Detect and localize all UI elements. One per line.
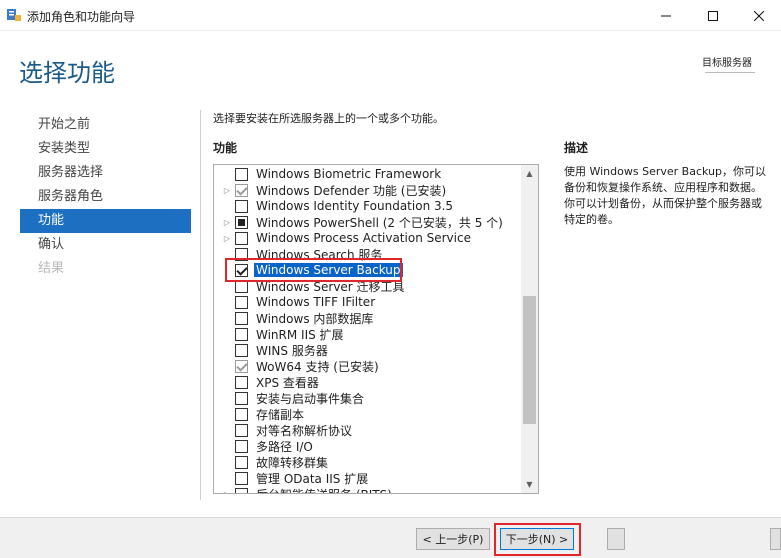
close-icon <box>754 10 764 21</box>
feature-checkbox <box>235 359 248 373</box>
maximize-icon <box>708 10 718 21</box>
description-text: 使用 Windows Server Backup，你可以备份和恢复操作系统、应用… <box>564 165 766 226</box>
feature-checkbox[interactable] <box>235 455 248 469</box>
scroll-up-icon[interactable]: ▲ <box>521 165 538 182</box>
nav-divider <box>200 110 201 500</box>
features-heading: 功能 <box>213 141 238 155</box>
nav-item[interactable]: 服务器选择 <box>20 161 191 185</box>
feature-label: XPS 查看器 <box>256 375 319 390</box>
nav-item[interactable]: 功能 <box>20 209 191 233</box>
feature-row[interactable]: 故障转移群集 <box>214 454 520 470</box>
feature-label: Windows PowerShell (2 个已安装，共 5 个) <box>256 215 503 230</box>
expand-arrow-icon[interactable]: ▷ <box>222 234 232 243</box>
nav-item[interactable]: 确认 <box>20 233 191 257</box>
minimize-icon <box>661 15 671 16</box>
instruction-text: 选择要安装在所选服务器上的一个或多个功能。 <box>213 112 444 125</box>
window-title: 添加角色和功能向导 <box>27 10 136 24</box>
feature-label: 后台智能传送服务 (BITS) <box>256 486 392 494</box>
feature-checkbox[interactable] <box>235 215 248 229</box>
feature-checkbox[interactable] <box>235 231 248 245</box>
install-button[interactable] <box>607 528 625 550</box>
nav-item[interactable]: 开始之前 <box>20 113 191 137</box>
expand-arrow-icon[interactable]: ▷ <box>222 186 232 195</box>
expand-arrow-icon[interactable]: ▷ <box>222 218 232 227</box>
feature-row[interactable]: WINS 服务器 <box>214 342 520 358</box>
feature-label: Windows TIFF IFilter <box>256 295 376 309</box>
expand-arrow-icon[interactable]: ▷ <box>222 490 232 494</box>
maximize-button[interactable] <box>690 0 736 31</box>
feature-label: Windows Identity Foundation 3.5 <box>256 199 454 213</box>
nav-item[interactable]: 安装类型 <box>20 137 191 161</box>
feature-row[interactable]: ▷ Windows PowerShell (2 个已安装，共 5 个) <box>214 214 520 230</box>
features-list[interactable]: Windows Biometric Framework ▷ Windows Defe… <box>213 164 539 494</box>
feature-checkbox[interactable] <box>235 487 248 493</box>
feature-row[interactable]: WoW64 支持 (已安装) <box>214 358 520 374</box>
cancel-button[interactable] <box>770 528 781 550</box>
selected-feature-highlight <box>225 258 402 282</box>
nav-item: 结果 <box>38 261 65 276</box>
features-scrollbar[interactable]: ▲ ▼ <box>521 165 538 493</box>
nav-item[interactable]: 服务器角色 <box>20 185 191 209</box>
feature-label: Windows Defender 功能 (已安装) <box>256 183 447 198</box>
scroll-down-icon[interactable]: ▼ <box>521 476 538 493</box>
feature-label: WINS 服务器 <box>256 343 328 358</box>
feature-label: 管理 OData IIS 扩展 <box>256 471 369 486</box>
feature-checkbox[interactable] <box>235 391 248 405</box>
feature-row[interactable]: Windows Biometric Framework <box>214 166 520 182</box>
feature-row[interactable]: Windows 内部数据库 <box>214 310 520 326</box>
feature-checkbox[interactable] <box>235 343 248 357</box>
feature-checkbox[interactable] <box>235 471 248 485</box>
feature-label: 多路径 I/O <box>256 439 313 454</box>
previous-button[interactable]: < 上一步(P) <box>416 528 490 550</box>
feature-row[interactable]: 安装与启动事件集合 <box>214 390 520 406</box>
feature-row[interactable]: 存储副本 <box>214 406 520 422</box>
feature-label: WoW64 支持 (已安装) <box>256 359 379 374</box>
footer-bar <box>0 517 781 558</box>
scrollbar-thumb[interactable] <box>523 296 536 424</box>
feature-label: 存储副本 <box>256 407 305 422</box>
feature-row[interactable]: 多路径 I/O <box>214 438 520 454</box>
feature-label: Windows Process Activation Service <box>256 231 471 245</box>
description-heading: 描述 <box>564 141 589 155</box>
feature-row[interactable]: Windows TIFF IFilter <box>214 294 520 310</box>
feature-checkbox[interactable] <box>235 199 248 213</box>
feature-label: 故障转移群集 <box>256 455 329 470</box>
minimize-button[interactable] <box>643 0 689 31</box>
feature-checkbox[interactable] <box>235 311 248 325</box>
feature-label: WinRM IIS 扩展 <box>256 327 344 342</box>
feature-label: Windows Biometric Framework <box>256 167 442 181</box>
feature-label: Windows 内部数据库 <box>256 311 374 326</box>
feature-checkbox[interactable] <box>235 327 248 341</box>
feature-row[interactable]: ▷ 后台智能传送服务 (BITS) <box>214 486 520 494</box>
feature-checkbox[interactable] <box>235 375 248 389</box>
title-bar: 添加角色和功能向导 <box>0 0 781 31</box>
feature-label: 对等名称解析协议 <box>256 423 353 438</box>
page-title: 选择功能 <box>19 59 115 87</box>
feature-checkbox[interactable] <box>235 407 248 421</box>
target-server-label: 目标服务器 <box>702 58 752 69</box>
wizard-nav: 开始之前 安装类型 服务器选择 服务器角色 功能 确认结果 <box>20 113 191 281</box>
feature-row[interactable]: 对等名称解析协议 <box>214 422 520 438</box>
feature-row[interactable]: XPS 查看器 <box>214 374 520 390</box>
target-server-value <box>705 72 755 73</box>
feature-row[interactable]: ▷ Windows Defender 功能 (已安装) <box>214 182 520 198</box>
feature-row[interactable]: 管理 OData IIS 扩展 <box>214 470 520 486</box>
feature-checkbox[interactable] <box>235 167 248 181</box>
feature-row[interactable]: ▷ Windows Process Activation Service <box>214 230 520 246</box>
feature-row[interactable]: Windows Identity Foundation 3.5 <box>214 198 520 214</box>
next-button-highlight <box>494 523 581 556</box>
feature-checkbox <box>235 183 248 197</box>
feature-checkbox[interactable] <box>235 439 248 453</box>
feature-row[interactable]: WinRM IIS 扩展 <box>214 326 520 342</box>
close-button[interactable] <box>736 0 781 31</box>
feature-checkbox[interactable] <box>235 295 248 309</box>
server-manager-icon <box>7 9 21 21</box>
feature-label: 安装与启动事件集合 <box>256 391 365 406</box>
feature-checkbox[interactable] <box>235 423 248 437</box>
